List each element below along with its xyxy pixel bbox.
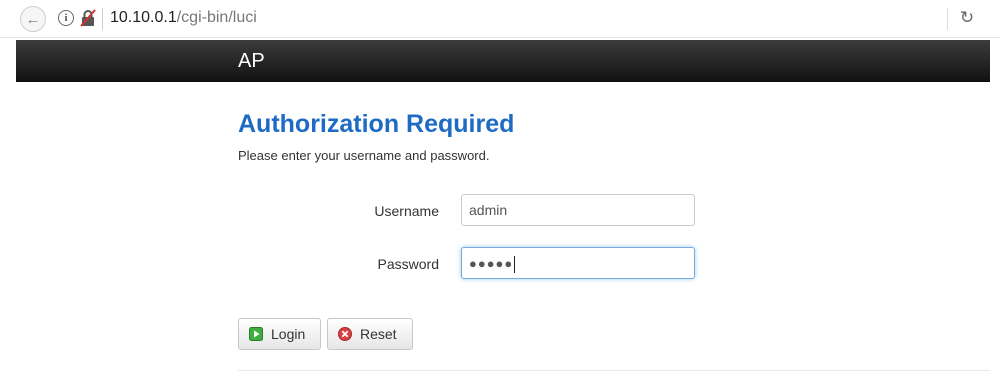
login-button[interactable]: Login (238, 318, 321, 350)
url-host: 10.10.0.1 (110, 9, 177, 26)
arrow-left-icon: ← (25, 10, 41, 28)
text-caret (514, 255, 516, 273)
form-divider (238, 370, 990, 371)
username-input[interactable] (461, 194, 695, 226)
info-icon[interactable]: i (58, 10, 74, 26)
reset-button-label: Reset (360, 326, 397, 342)
password-input[interactable]: ●●●●● (461, 247, 695, 279)
url-path: /cgi-bin/luci (176, 9, 257, 26)
reset-button[interactable]: Reset (327, 318, 413, 350)
insecure-lock-icon[interactable] (80, 9, 96, 27)
username-label: Username (374, 203, 439, 219)
reset-icon (338, 327, 352, 341)
login-button-label: Login (271, 326, 306, 342)
password-mask: ●●●●● (469, 256, 514, 271)
page-description: Please enter your username and password. (238, 148, 490, 163)
reload-separator (947, 8, 948, 30)
password-label: Password (377, 256, 439, 272)
back-button[interactable]: ← (20, 6, 46, 32)
brand-name[interactable]: AP (238, 49, 265, 73)
address-separator (102, 8, 103, 30)
login-icon (249, 327, 263, 341)
address-bar[interactable]: 10.10.0.1/cgi-bin/luci (110, 9, 257, 27)
reload-icon[interactable]: ↻ (956, 7, 978, 29)
site-header: AP (16, 40, 990, 82)
browser-toolbar: ← i 10.10.0.1/cgi-bin/luci ↻ (0, 0, 1000, 38)
page-title: Authorization Required (238, 110, 515, 138)
